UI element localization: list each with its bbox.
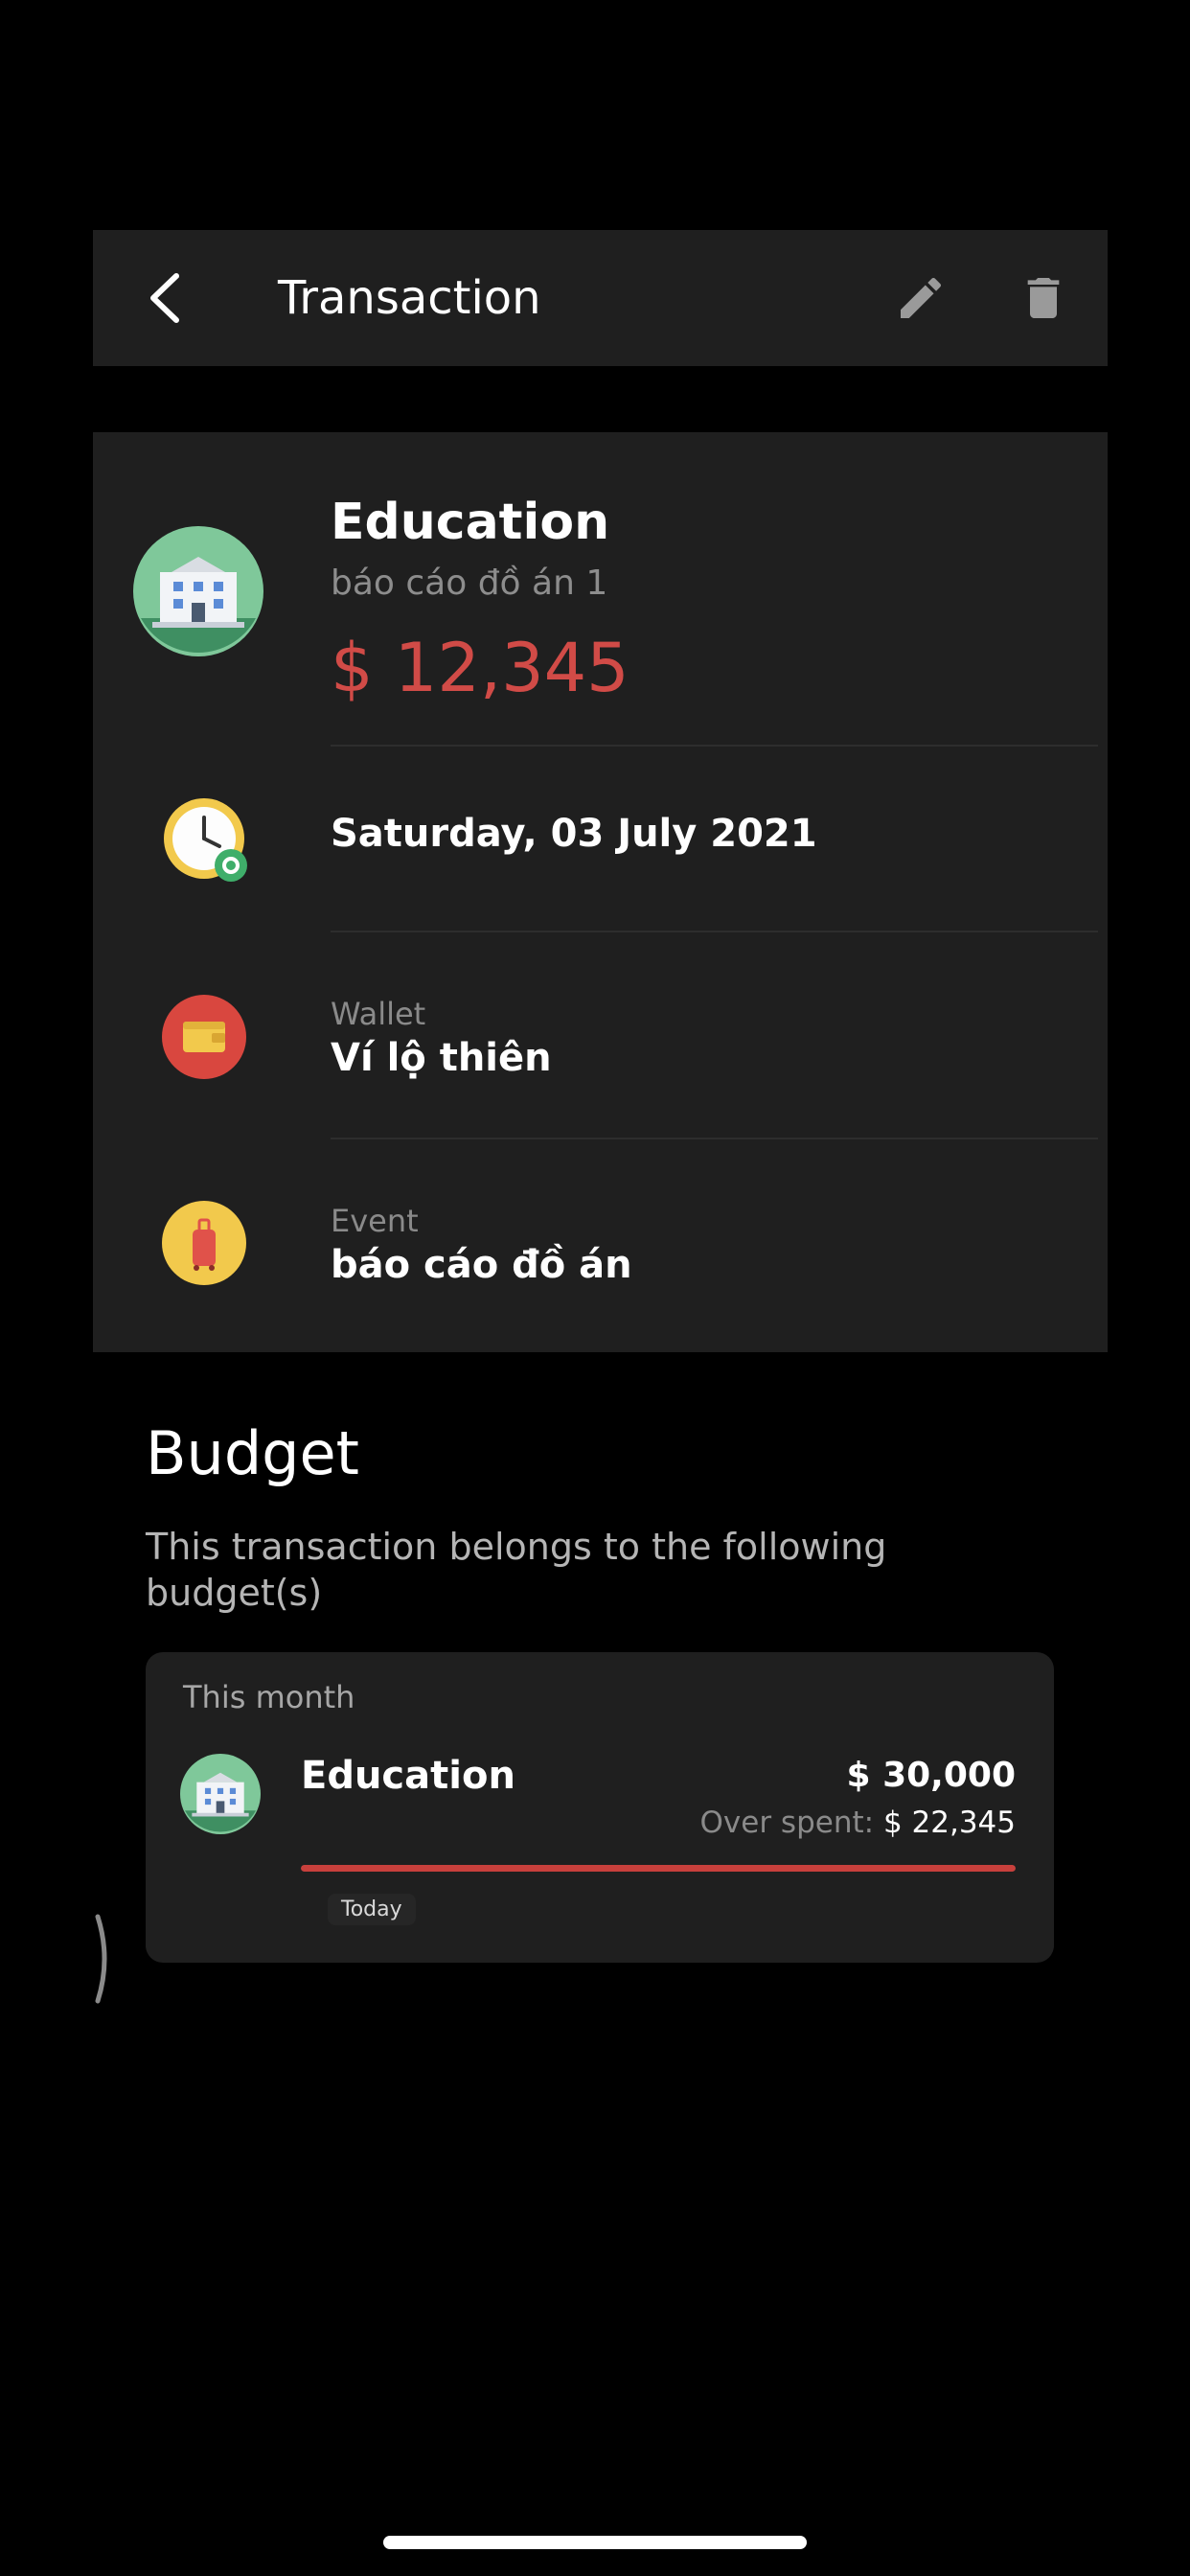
- category-name: Education: [331, 494, 610, 551]
- budget-heading: Budget: [146, 1418, 359, 1488]
- budget-name: Education: [301, 1754, 515, 1798]
- transaction-amount: $ 12,345: [331, 629, 629, 707]
- budget-period: This month: [183, 1679, 355, 1715]
- today-marker: Today: [328, 1894, 416, 1925]
- event-value: báo cáo đồ án: [331, 1243, 632, 1287]
- edge-swipe-indicator: [95, 1914, 107, 2004]
- budget-progress-bar: [301, 1865, 1016, 1872]
- transaction-date: Saturday, 03 July 2021: [331, 812, 817, 856]
- delete-button[interactable]: [1010, 264, 1077, 332]
- wallet-icon: [162, 995, 246, 1079]
- overspent-text: Over spent: $ 22,345: [700, 1806, 1016, 1840]
- overspent-value: $ 22,345: [882, 1806, 1016, 1840]
- wallet-value: Ví lộ thiên: [331, 1036, 552, 1080]
- divider: [331, 931, 1098, 932]
- divider: [331, 745, 1098, 747]
- transaction-note: báo cáo đồ án 1: [331, 564, 608, 603]
- page-title: Transaction: [278, 271, 541, 325]
- chevron-left-icon: [150, 273, 179, 323]
- wallet-label: Wallet: [331, 996, 426, 1032]
- building-icon: [133, 526, 263, 656]
- event-label: Event: [331, 1203, 419, 1239]
- trash-icon: [1027, 278, 1060, 318]
- budget-progress-fill: [301, 1865, 1016, 1872]
- edit-button[interactable]: [887, 264, 954, 332]
- overspent-label: Over spent:: [699, 1806, 875, 1840]
- divider: [331, 1138, 1098, 1139]
- back-button[interactable]: [131, 264, 198, 332]
- budget-total: $ 30,000: [846, 1756, 1016, 1795]
- pencil-icon: [901, 277, 942, 318]
- top-app-bar: Transaction: [93, 230, 1108, 366]
- building-icon: [180, 1754, 261, 1834]
- luggage-icon: [162, 1201, 246, 1285]
- transaction-detail-card: Education báo cáo đồ án 1 $ 12,345 Satur…: [93, 432, 1108, 1352]
- budget-description: This transaction belongs to the followin…: [146, 1526, 887, 1614]
- budget-card[interactable]: This month Education $ 30,000 Over spent…: [146, 1652, 1054, 1963]
- clock-icon: [162, 796, 250, 885]
- home-indicator[interactable]: [383, 2536, 807, 2549]
